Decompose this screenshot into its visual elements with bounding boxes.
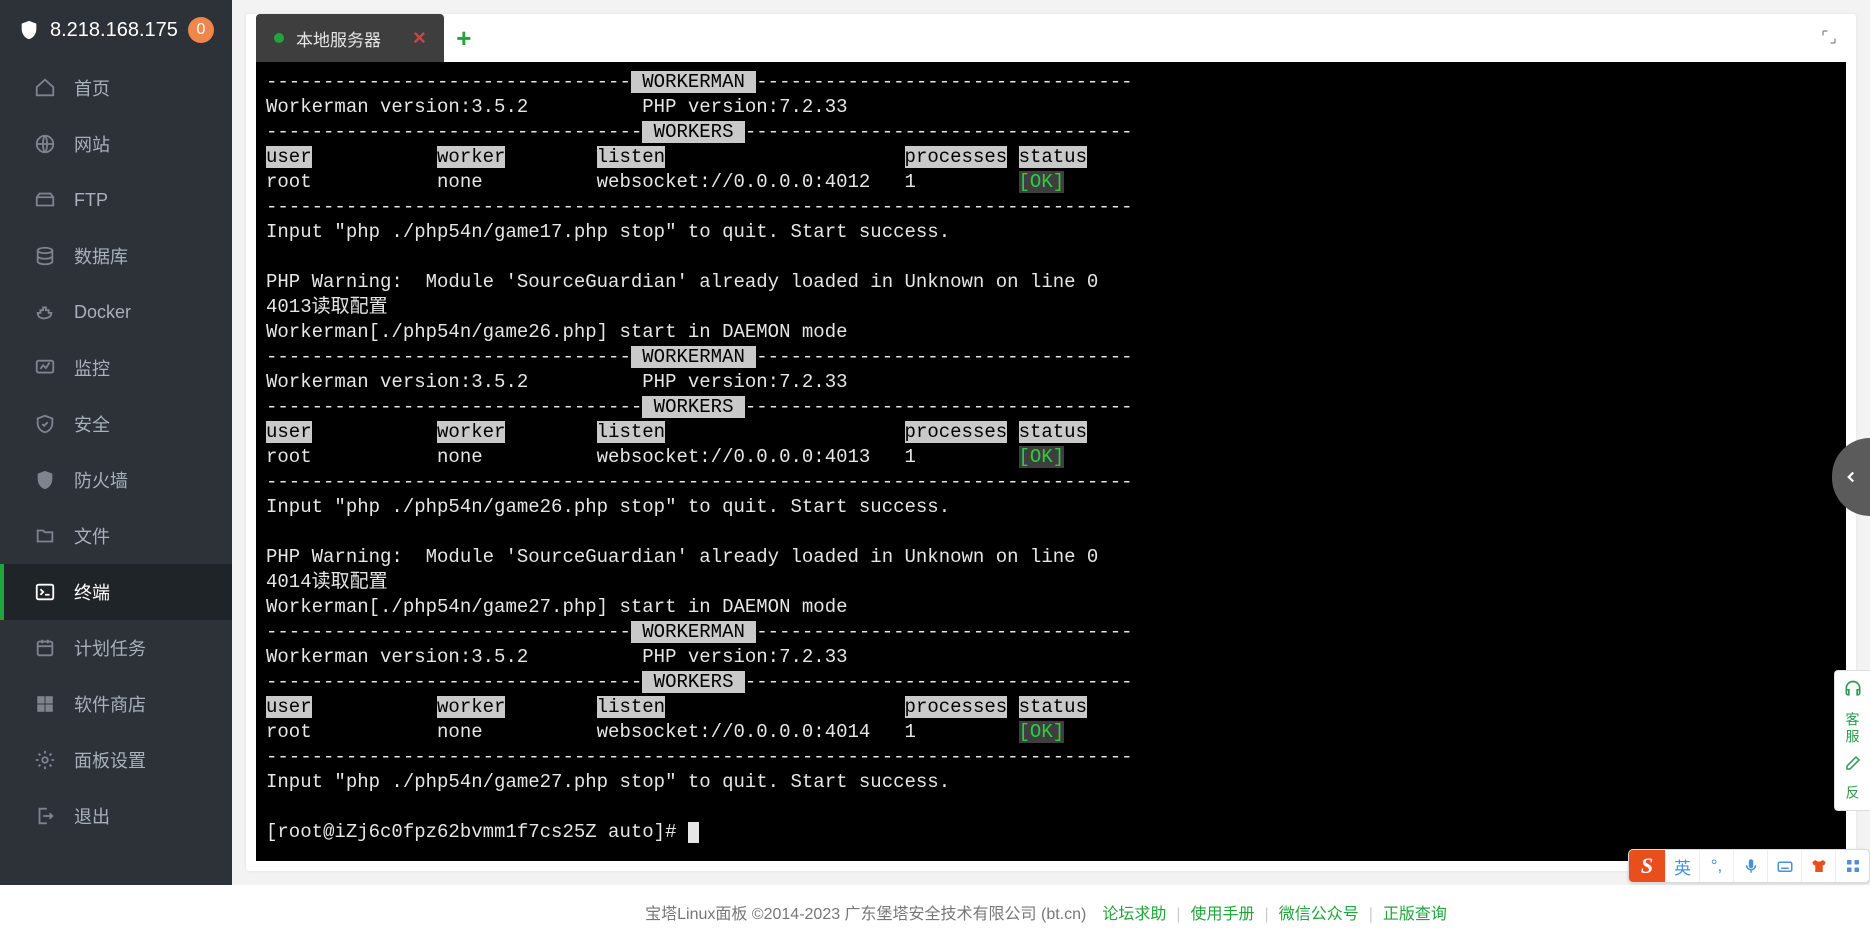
tab-close-icon[interactable]: × (413, 25, 426, 51)
footer-copyright: 宝塔Linux面板 ©2014-2023 广东堡塔安全技术有限公司 (bt.cn… (645, 900, 1086, 924)
main-area: 本地服务器 × + ------------------------------… (232, 0, 1870, 885)
firewall-icon (34, 469, 56, 491)
server-ip[interactable]: 8.218.168.175 (50, 19, 178, 42)
nav-label: 软件商店 (74, 691, 146, 717)
cron-icon (34, 637, 56, 659)
db-icon (34, 245, 56, 267)
nav-item-terminal[interactable]: 终端 (0, 564, 232, 620)
monitor-icon (34, 357, 56, 379)
footer: 宝塔Linux面板 ©2014-2023 广东堡塔安全技术有限公司 (bt.cn… (232, 885, 1870, 939)
nav-item-monitor[interactable]: 监控 (0, 340, 232, 396)
add-tab-button[interactable]: + (444, 14, 484, 62)
footer-link[interactable]: 使用手册 (1191, 906, 1255, 923)
ime-lang[interactable]: 英 (1665, 849, 1699, 883)
ime-logo: S (1629, 849, 1665, 883)
footer-links: 论坛求助|使用手册|微信公众号|正版查询 (1092, 900, 1457, 924)
feedback-label-2: 反 (1843, 785, 1863, 802)
sidebar-header: 8.218.168.175 0 (0, 0, 232, 60)
ime-punct-icon[interactable]: °, (1699, 849, 1733, 883)
ime-tools-icon[interactable] (1835, 849, 1869, 883)
nav-label: 防火墙 (74, 467, 128, 493)
terminal-output[interactable]: -------------------------------- WORKERM… (256, 62, 1846, 861)
nav-label: 计划任务 (74, 635, 146, 661)
docker-icon (34, 301, 56, 323)
nav-item-ftp[interactable]: FTP (0, 172, 232, 228)
ime-toolbar[interactable]: S 英 °, (1628, 849, 1870, 883)
shield-icon (18, 18, 40, 42)
tab-label: 本地服务器 (296, 26, 381, 51)
fullscreen-icon[interactable] (1820, 28, 1838, 51)
site-icon (34, 133, 56, 155)
sidebar: 8.218.168.175 0 首页网站 FTP 数据库 Docker 监控安全防火墙文… (0, 0, 232, 885)
ime-mic-icon[interactable] (1733, 849, 1767, 883)
nav-item-files[interactable]: 文件 (0, 508, 232, 564)
ime-keyboard-icon[interactable] (1767, 849, 1801, 883)
logout-icon (34, 805, 56, 827)
headset-icon (1843, 679, 1863, 704)
nav-label: 网站 (74, 131, 110, 157)
feedback-label: 客服 (1843, 712, 1863, 746)
settings-icon (34, 749, 56, 771)
tab-local-server[interactable]: 本地服务器 × (256, 14, 444, 62)
terminal-icon (34, 581, 56, 603)
nav-label: 数据库 (74, 243, 128, 269)
nav-item-settings[interactable]: 面板设置 (0, 732, 232, 788)
nav-item-cron[interactable]: 计划任务 (0, 620, 232, 676)
nav-item-docker[interactable]: Docker (0, 284, 232, 340)
nav-menu: 首页网站 FTP 数据库 Docker 监控安全防火墙文件终端计划任务软件商店面板设置退… (0, 60, 232, 844)
footer-link[interactable]: 微信公众号 (1279, 906, 1359, 923)
ime-skin-icon[interactable] (1801, 849, 1835, 883)
nav-item-appstore[interactable]: 软件商店 (0, 676, 232, 732)
terminal-panel: 本地服务器 × + ------------------------------… (246, 14, 1856, 871)
security-icon (34, 413, 56, 435)
tab-status-dot (274, 33, 284, 43)
nav-label: 首页 (74, 75, 110, 101)
nav-label: FTP (74, 190, 108, 211)
feedback-widget[interactable]: 客服 反 (1834, 670, 1870, 811)
home-icon (34, 77, 56, 99)
nav-label: 监控 (74, 355, 110, 381)
nav-label: 面板设置 (74, 747, 146, 773)
nav-item-site[interactable]: 网站 (0, 116, 232, 172)
nav-item-security[interactable]: 安全 (0, 396, 232, 452)
edit-icon (1844, 754, 1862, 777)
nav-label: 文件 (74, 523, 110, 549)
nav-label: 终端 (74, 579, 110, 605)
notification-badge[interactable]: 0 (188, 17, 214, 43)
nav-label: 安全 (74, 411, 110, 437)
nav-item-logout[interactable]: 退出 (0, 788, 232, 844)
nav-item-firewall[interactable]: 防火墙 (0, 452, 232, 508)
footer-link[interactable]: 论坛求助 (1102, 906, 1166, 923)
nav-label: 退出 (74, 803, 110, 829)
appstore-icon (34, 693, 56, 715)
ftp-icon (34, 189, 56, 211)
nav-item-db[interactable]: 数据库 (0, 228, 232, 284)
nav-item-home[interactable]: 首页 (0, 60, 232, 116)
tab-strip: 本地服务器 × + (246, 14, 1856, 62)
footer-link[interactable]: 正版查询 (1383, 906, 1447, 923)
files-icon (34, 525, 56, 547)
nav-label: Docker (74, 302, 131, 323)
